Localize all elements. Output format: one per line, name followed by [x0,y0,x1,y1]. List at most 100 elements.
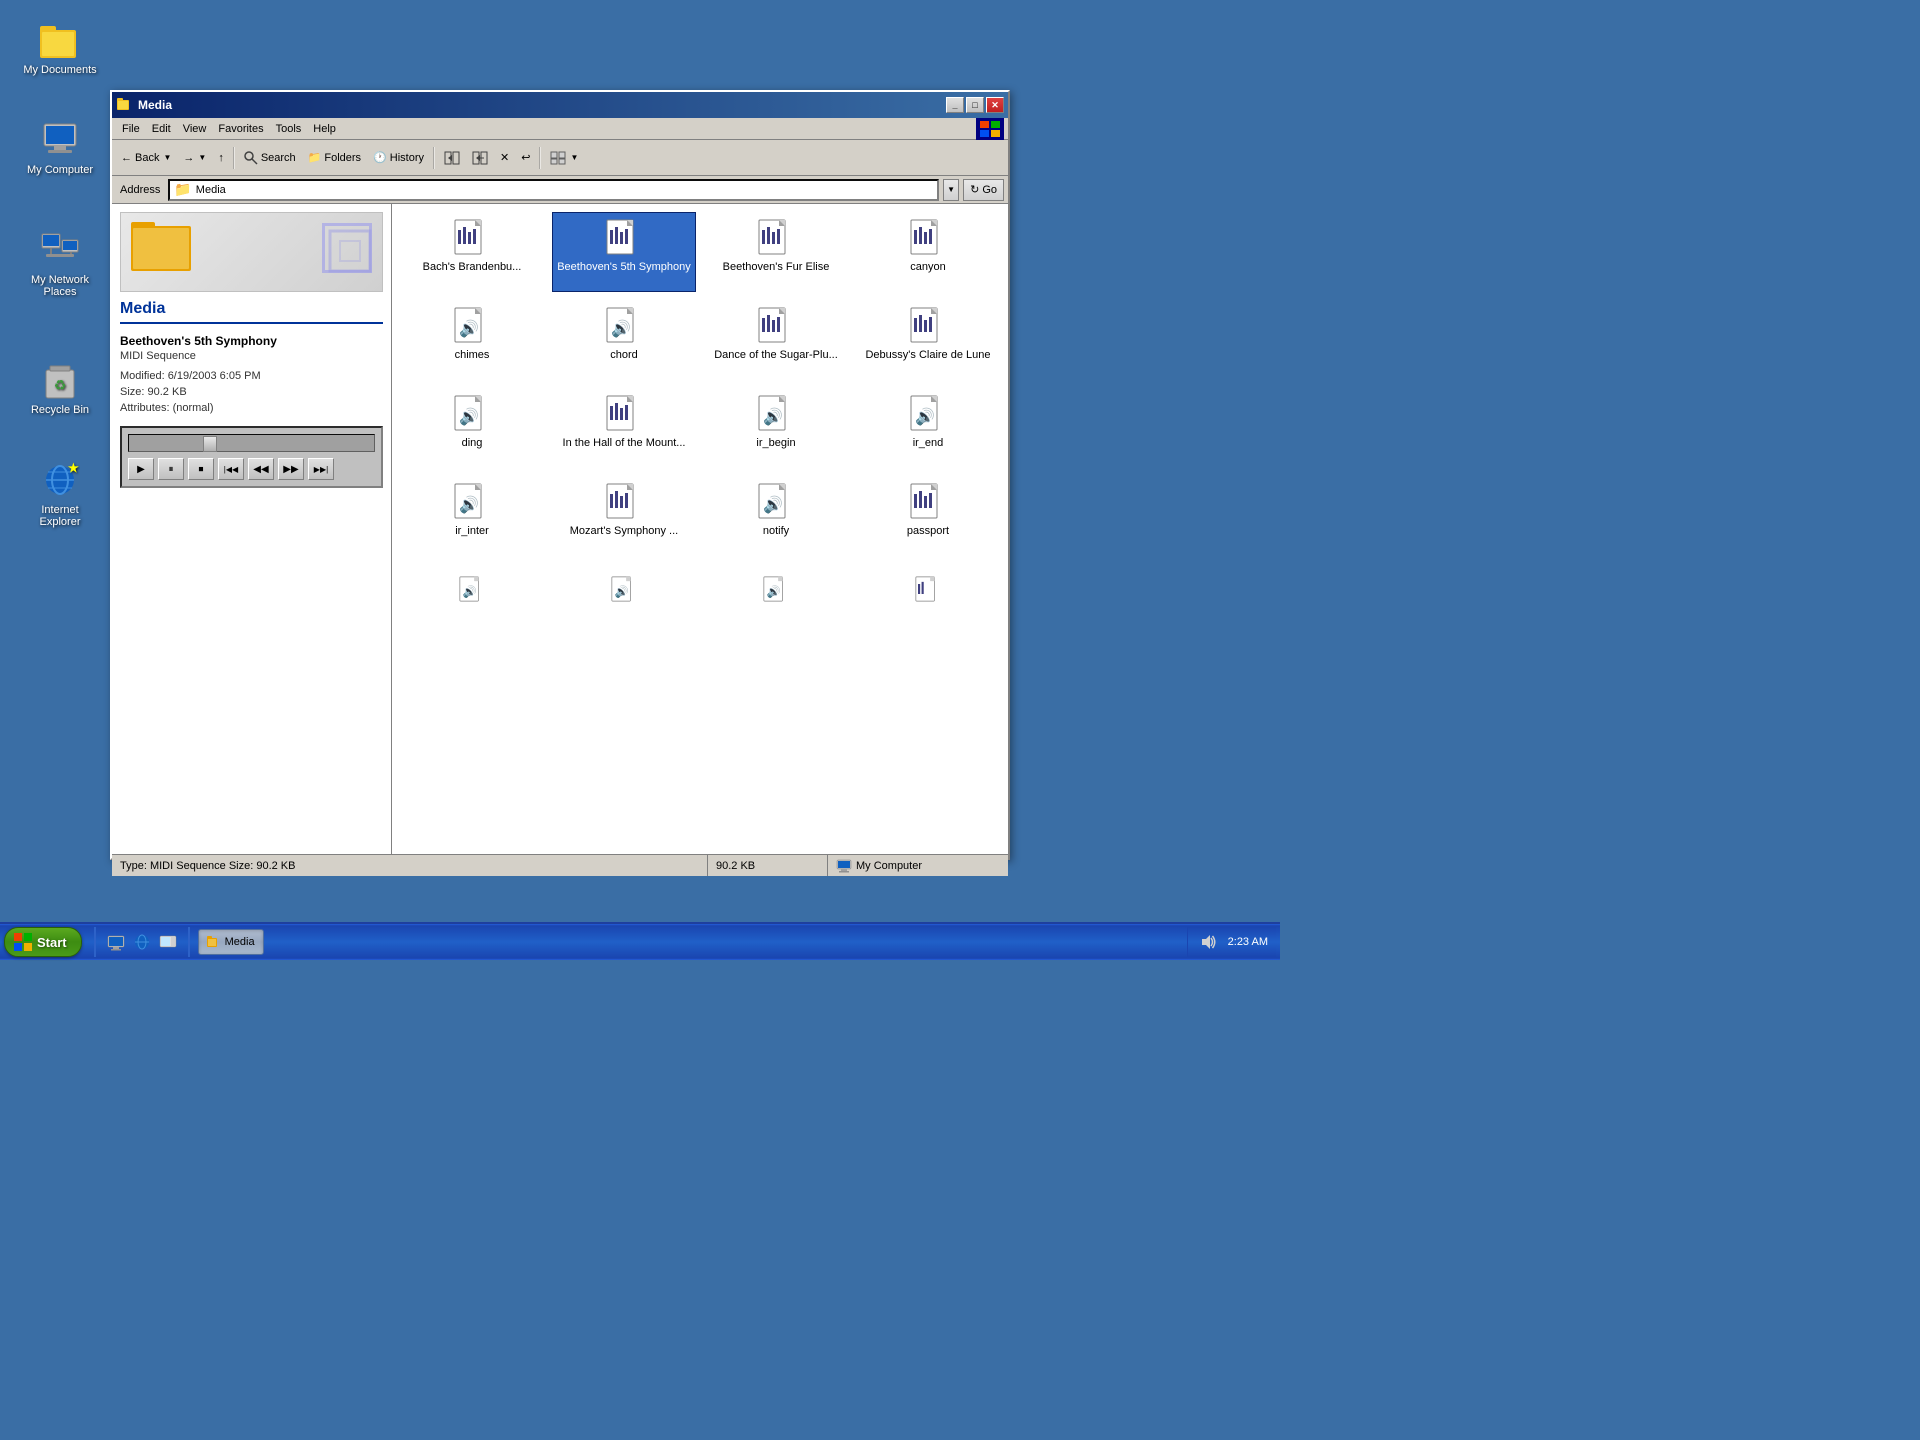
maximize-button[interactable]: □ [966,97,984,113]
recycle-bin-icon: ♻ [40,360,80,400]
file-item-debussy[interactable]: Debussy's Claire de Lune [856,300,1000,380]
file-item-furelise[interactable]: Beethoven's Fur Elise [704,212,848,292]
file-name: passport [907,525,949,538]
menu-favorites[interactable]: Favorites [212,121,269,137]
history-button[interactable]: 🕐 History [368,144,429,172]
delete-button[interactable]: ✕ [495,144,514,172]
address-dropdown-button[interactable]: ▼ [943,179,959,201]
file-name: Dance of the Sugar-Plu... [714,349,838,362]
folders-icon: 📁 [308,151,322,164]
start-button[interactable]: Start [4,927,82,957]
panel-size: Size: 90.2 KB [120,386,383,398]
quick-launch-media[interactable] [156,930,180,954]
folders-button[interactable]: 📁 Folders [303,144,366,172]
fast-forward-button[interactable]: ▶▶ [278,458,304,480]
play-button[interactable]: ▶ [128,458,154,480]
svg-text:🔊: 🔊 [459,495,479,514]
my-documents-label: My Documents [23,64,96,76]
address-input-container[interactable]: 📁 Media [168,179,939,201]
svg-text:🔊: 🔊 [459,319,479,338]
go-icon: ↻ [970,183,979,196]
file-item-passport[interactable]: passport [856,476,1000,556]
back-icon: ← [121,152,132,164]
minimize-button[interactable]: _ [946,97,964,113]
desktop-icon-internet-explorer[interactable]: ★ Internet Explorer [20,460,100,528]
forward-button[interactable]: → ▼ [178,144,211,172]
file-item-mozart[interactable]: Mozart's Symphony ... [552,476,696,556]
svg-text:🔊: 🔊 [763,495,783,514]
toolbar: ← Back ▼ → ▼ ↑ Search 📁 Folders 🕐 Histor… [112,140,1008,176]
file-item-irbegin[interactable]: 🔊 ir_begin [704,388,848,468]
file-icon [908,305,948,345]
file-item-inthehall[interactable]: In the Hall of the Mount... [552,388,696,468]
volume-icon[interactable] [1196,930,1220,954]
views-button[interactable]: ▼ [545,144,583,172]
skip-back-button[interactable]: |◀◀ [218,458,244,480]
menu-tools[interactable]: Tools [270,121,308,137]
file-item-ding[interactable]: 🔊 ding [400,388,544,468]
skip-forward-button[interactable]: ▶▶| [308,458,334,480]
file-item-beethoven5[interactable]: Beethoven's 5th Symphony [552,212,696,292]
close-button[interactable]: ✕ [986,97,1004,113]
desktop-icon-recycle-bin[interactable]: ♻ Recycle Bin [20,360,100,416]
desktop-icon-my-documents[interactable]: My Documents [20,20,100,76]
file-icon: 🔊 [452,481,492,521]
stop-button[interactable]: ⏹ [188,458,214,480]
file-icon [604,481,644,521]
ie-icon: ★ [40,460,80,500]
file-icon: 🔊 [604,305,644,345]
file-item-bach[interactable]: Bach's Brandenbu... [400,212,544,292]
svg-text:★: ★ [68,462,79,475]
up-button[interactable]: ↑ [213,144,229,172]
undo-button[interactable]: ↩ [516,144,535,172]
file-item-recycle[interactable]: 🔊 [400,564,544,644]
file-icon: 🔊 [756,481,796,521]
menu-view[interactable]: View [177,121,213,137]
file-item-ringin[interactable]: 🔊 [552,564,696,644]
copy-to-button[interactable] [467,144,493,172]
svg-text:🔊: 🔊 [767,584,781,598]
go-button[interactable]: ↻ Go [963,179,1004,201]
file-item-notify[interactable]: 🔊 notify [704,476,848,556]
back-button[interactable]: ← Back ▼ [116,144,176,172]
desktop-icon-my-computer[interactable]: My Computer [20,120,100,176]
folder-preview-bg [322,223,372,273]
file-name: Beethoven's Fur Elise [723,261,830,274]
menu-help[interactable]: Help [307,121,342,137]
media-slider[interactable] [128,434,375,452]
status-type: Type: MIDI Sequence Size: 90.2 KB [112,855,708,876]
pause-button[interactable]: ⏸ [158,458,184,480]
file-name: Bach's Brandenbu... [423,261,522,274]
menu-bar: File Edit View Favorites Tools Help [112,118,1008,140]
file-item-irend[interactable]: 🔊 ir_end [856,388,1000,468]
panel-filetype: MIDI Sequence [120,350,383,362]
move-to-button[interactable] [439,144,465,172]
menu-edit[interactable]: Edit [146,121,177,137]
media-slider-thumb[interactable] [203,436,217,452]
taskbar-app-media[interactable]: Media [198,929,264,955]
ie-label: Internet Explorer [20,504,100,528]
delete-icon: ✕ [500,151,509,164]
file-item-town[interactable] [856,564,1000,644]
go-label: Go [982,184,997,196]
forward-dropdown-arrow: ▼ [198,153,206,162]
quick-launch-show-desktop[interactable] [104,930,128,954]
search-button[interactable]: Search [239,144,301,172]
undo-icon: ↩ [521,151,530,164]
right-panel[interactable]: Bach's Brandenbu... [392,204,1008,854]
quick-launch-ie[interactable] [130,930,154,954]
desktop-icon-my-network[interactable]: My Network Places [20,230,100,298]
file-name: chord [610,349,638,362]
rewind-button[interactable]: ◀◀ [248,458,274,480]
file-name: ding [462,437,483,450]
file-item-chord[interactable]: 🔊 chord [552,300,696,380]
file-item-irinter[interactable]: 🔊 ir_inter [400,476,544,556]
svg-text:♻: ♻ [54,377,67,393]
menu-file[interactable]: File [116,121,146,137]
file-item-dance[interactable]: Dance of the Sugar-Plu... [704,300,848,380]
file-item-ringout[interactable]: 🔊 [704,564,848,644]
file-item-canyon[interactable]: canyon [856,212,1000,292]
file-item-chimes[interactable]: 🔊 chimes [400,300,544,380]
file-icon: 🔊 [756,393,796,433]
my-network-icon [40,230,80,270]
